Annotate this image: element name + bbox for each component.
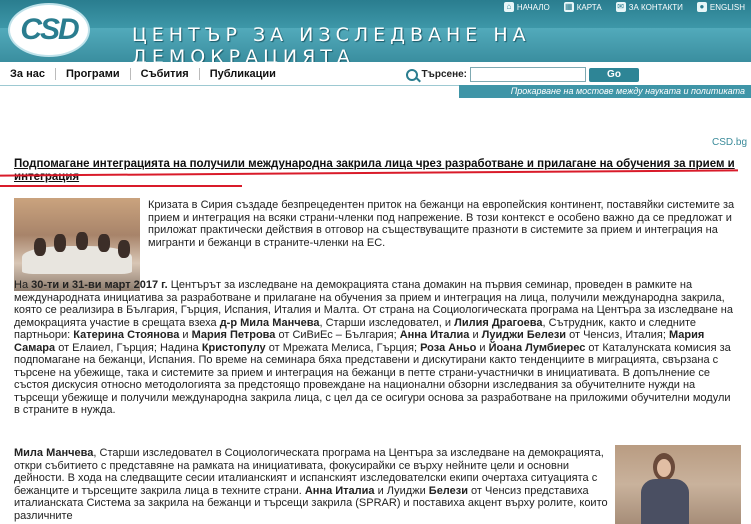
nav-item-events[interactable]: Събития: [131, 67, 200, 80]
main-nav: За нас Програми Събития Публикации Търсе…: [0, 62, 751, 86]
person-name: Роза Аньо: [420, 341, 477, 354]
person-name: Катерина Стоянова: [73, 329, 180, 341]
search-input[interactable]: [470, 67, 586, 82]
text-run: , Старши изследовател, и: [319, 316, 455, 329]
person-name: д-р Мила Манчева: [219, 316, 320, 329]
top-links: ⌂ НАЧАЛО ▦ КАРТА ✉ ЗА КОНТАКТИ ● ENGLISH: [503, 2, 745, 12]
search-go-button[interactable]: Go: [589, 67, 639, 82]
photo-person-shape: [54, 234, 66, 252]
person-name: Анна Италиа: [304, 484, 375, 497]
text-run: и: [469, 329, 482, 341]
article-paragraph: Мила Манчева, Старши изследовател в Соци…: [14, 447, 610, 522]
person-name: Йоана Лумбиерес: [488, 341, 586, 354]
toplink-english[interactable]: ● ENGLISH: [696, 2, 745, 12]
event-date: 30-ти и 31-ви март 2017 г.: [31, 279, 168, 291]
site-tagline: Прокарване на мостове между науката и по…: [459, 85, 751, 98]
toplink-label: ЗА КОНТАКТИ: [628, 2, 683, 12]
mail-icon: ✉: [615, 2, 626, 12]
toplink-label: КАРТА: [576, 2, 602, 12]
site-link[interactable]: CSD.bg: [712, 137, 747, 148]
text-run: от СиВиЕс – България;: [275, 329, 400, 341]
search-label: Търсене:: [421, 69, 467, 80]
person-name: Лилия Драгоева: [454, 316, 543, 329]
photo-person-shape: [98, 234, 110, 252]
person-name: Мария Петрова: [191, 329, 276, 341]
article-paragraph: На 30-ти и 31-ви март 2017 г. Центърът з…: [14, 279, 738, 417]
text-run: и: [476, 341, 489, 354]
text-run: от Мрежата Мелиса, Гърция;: [265, 341, 421, 354]
text-run: от Елаиел, Гърция; Надина: [55, 341, 202, 354]
nav-item-programs[interactable]: Програми: [56, 67, 131, 80]
toplink-sitemap[interactable]: ▦ КАРТА: [563, 2, 602, 12]
article-paragraph: Кризата в Сирия създаде безпрецедентен п…: [148, 199, 735, 249]
photo-person-shape: [34, 238, 46, 256]
search-box: Търсене: Go: [406, 67, 639, 82]
text-run: и Луиджи: [374, 484, 429, 497]
person-name: Луиджи Белези: [481, 329, 567, 341]
text-run: На: [14, 279, 32, 291]
photo-person-shape: [118, 240, 130, 258]
sitemap-icon: ▦: [563, 2, 574, 12]
toplink-home[interactable]: ⌂ НАЧАЛО: [503, 2, 550, 12]
search-icon: [406, 68, 419, 81]
site-title: ЦЕНТЪР ЗА ИЗСЛЕДВАНЕ НА ДЕМОКРАЦИЯТА: [132, 24, 531, 62]
photo-person-shape: [76, 232, 88, 250]
photo-face-shape: [657, 459, 671, 477]
person-name: Кристопулу: [201, 341, 266, 354]
site-header: CSD ЦЕНТЪР ЗА ИЗСЛЕДВАНЕ НА ДЕМОКРАЦИЯТА…: [0, 0, 751, 62]
person-name: Мила Манчева: [14, 447, 94, 459]
person-name: Анна Италиа: [399, 329, 470, 341]
seminar-photo: [14, 198, 140, 291]
toplink-label: ENGLISH: [709, 2, 745, 12]
speaker-photo: [615, 445, 741, 524]
nav-item-publications[interactable]: Публикации: [200, 68, 286, 80]
home-icon: ⌂: [503, 2, 514, 12]
nav-item-about[interactable]: За нас: [0, 67, 56, 80]
csd-logo[interactable]: CSD: [8, 3, 90, 57]
red-underline-annotation: [0, 185, 242, 187]
photo-body-shape: [641, 479, 689, 524]
person-name: Белези: [428, 484, 468, 497]
text-run: и: [179, 329, 192, 341]
toplink-label: НАЧАЛО: [516, 2, 550, 12]
globe-icon: ●: [696, 2, 707, 12]
text-run: от Ченсиз, Италия;: [566, 329, 669, 341]
toplink-contacts[interactable]: ✉ ЗА КОНТАКТИ: [615, 2, 683, 12]
